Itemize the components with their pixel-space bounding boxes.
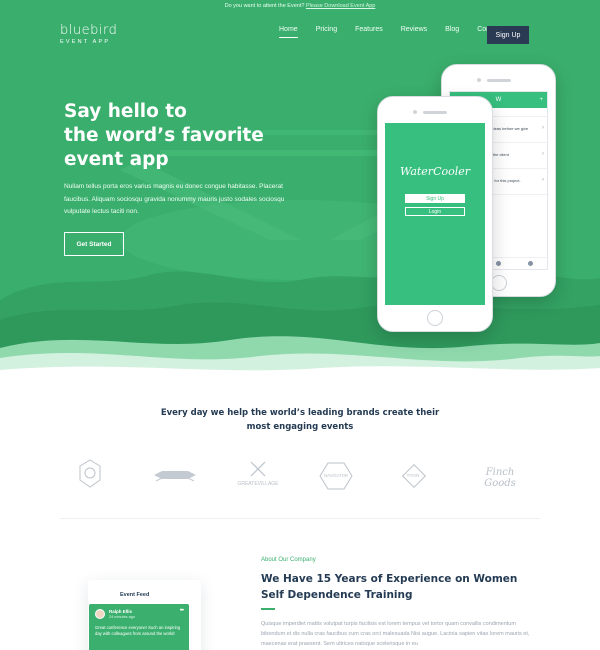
- crossed-arrows-icon: [250, 461, 266, 477]
- titan-logo: TITAN: [398, 461, 430, 493]
- phone-screen-login: WaterCooler Sign Up Login: [385, 123, 485, 305]
- nav-features[interactable]: Features: [355, 26, 383, 38]
- feed-post: Ralph Ellis 24 minutes ago ••• Great con…: [89, 604, 189, 650]
- phone-mockup-front: WaterCooler Sign Up Login: [377, 96, 493, 332]
- brand-label: GREATEVILLAGE: [237, 481, 279, 487]
- navigator-logo: NAVIGATOR: [314, 461, 358, 493]
- app-login-button: Login: [405, 207, 465, 216]
- chevron-right-icon: ›: [542, 125, 544, 131]
- greatevillage-logo: GREATEVILLAGE: [236, 459, 280, 487]
- hero-description: Nullam tellus porta eros varius magnis e…: [64, 183, 285, 215]
- section-divider: [60, 518, 540, 519]
- speaker-grill: [486, 79, 511, 82]
- accent-underline: [261, 608, 275, 610]
- download-app-link[interactable]: Please Download Event App: [306, 3, 375, 9]
- signup-button[interactable]: Sign Up: [487, 26, 529, 44]
- speaker-grill: [423, 111, 447, 114]
- nav-home[interactable]: Home: [279, 26, 298, 38]
- tab-icon: [495, 261, 501, 266]
- camera-dot: [476, 78, 481, 82]
- brand-logos: GREATEVILLAGE NAVIGATOR TITAN Finch Good…: [60, 455, 540, 505]
- hero-wave: [0, 336, 600, 372]
- about-eyebrow: About Our Company: [261, 557, 316, 563]
- brand-label: TITAN: [406, 473, 420, 478]
- hero-title-line: the word’s favorite: [64, 125, 264, 146]
- app-signup-button: Sign Up: [405, 194, 465, 203]
- nav-pricing[interactable]: Pricing: [316, 26, 337, 38]
- logo-tagline: EVENT APP: [60, 39, 111, 45]
- event-feed-title: Event Feed: [120, 592, 150, 598]
- feed-author: Ralph Ellis: [109, 609, 133, 614]
- feed-message: Great conference everyone! Such an inspi…: [95, 625, 181, 636]
- badge-logo-icon: [79, 459, 101, 488]
- plus-icon: +: [539, 97, 543, 103]
- app-logo-icon: W: [495, 97, 502, 103]
- hero-title: Say hello to the word’s favorite event a…: [64, 100, 284, 172]
- nav-blog[interactable]: Blog: [445, 26, 459, 38]
- chevron-right-icon: ›: [542, 151, 544, 157]
- nav-reviews[interactable]: Reviews: [401, 26, 427, 38]
- more-options-icon: •••: [179, 608, 184, 614]
- logo-wordmark: bluebird: [60, 23, 118, 38]
- get-started-button[interactable]: Get Started: [64, 232, 124, 256]
- hero-title-line: event app: [64, 149, 169, 170]
- profile-icon: [528, 261, 534, 266]
- camera-dot: [413, 110, 417, 114]
- main-nav: Home Pricing Features Reviews Blog Conta…: [279, 26, 519, 38]
- avatar: [95, 609, 105, 619]
- brand-label: NAVIGATOR: [324, 473, 348, 478]
- hero-title-line: Say hello to: [64, 101, 187, 122]
- home-button: [427, 310, 443, 326]
- announcement-bar: Do you want to attent the Event? Please …: [0, 3, 600, 9]
- site-logo[interactable]: bluebird EVENT APP: [60, 23, 118, 45]
- feed-timestamp: 24 minutes ago: [109, 615, 135, 619]
- ribbon-logo-icon: [154, 471, 196, 482]
- announcement-text: Do you want to attent the Event?: [224, 3, 305, 9]
- app-name: WaterCooler: [399, 165, 471, 178]
- about-title: We Have 15 Years of Experience on Women …: [261, 573, 518, 601]
- chevron-right-icon: ›: [542, 177, 544, 183]
- brands-heading: Every day we help the world’s leading br…: [160, 408, 440, 432]
- about-text: Quisque imperdiet mattis volutpat turpis…: [261, 621, 530, 647]
- finch-goods-logo: Finch Goods: [484, 467, 516, 489]
